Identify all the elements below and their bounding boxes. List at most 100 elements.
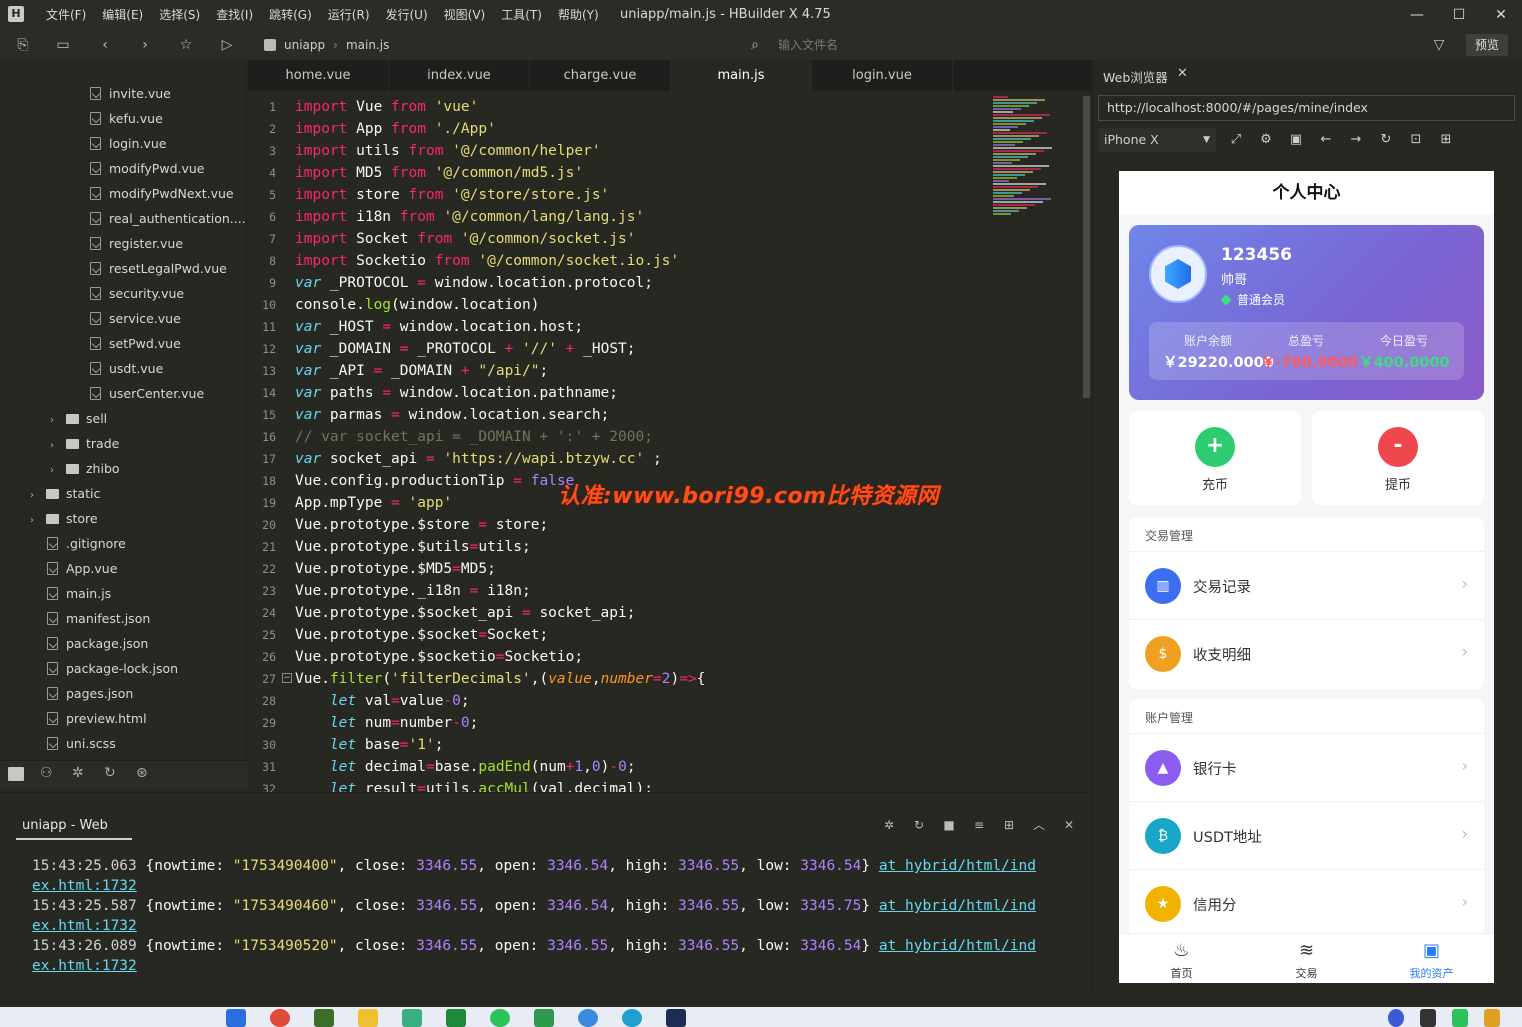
menu-item[interactable]: 选择(S)	[151, 0, 208, 30]
rotate-icon[interactable]: ⤢	[1228, 132, 1244, 148]
debug-icon[interactable]: ✲	[72, 765, 84, 781]
browser-forward-icon[interactable]: →	[1348, 132, 1364, 148]
file-search-input[interactable]: 输入文件名	[778, 36, 1078, 54]
file-tree-item[interactable]: userCenter.vue	[90, 381, 204, 406]
telegram-icon[interactable]	[578, 1009, 598, 1027]
breadcrumb-file[interactable]: main.js	[346, 38, 389, 52]
star-icon[interactable]: ☆	[177, 36, 195, 54]
collapse-icon[interactable]: ︿	[1032, 818, 1046, 832]
source-link[interactable]: at hybrid/html/ind	[879, 858, 1036, 874]
chevron-right-icon[interactable]: ›	[50, 433, 62, 458]
plugin-icon[interactable]: ⚇	[40, 765, 53, 781]
settings-icon[interactable]: ⚙	[1258, 132, 1274, 148]
device-select[interactable]: iPhone X ▼	[1098, 128, 1216, 152]
tab-index-vue[interactable]: index.vue	[389, 60, 530, 91]
menu-item[interactable]: 查找(I)	[208, 0, 261, 30]
save-icon[interactable]: ▭	[54, 36, 72, 54]
avatar[interactable]	[1149, 245, 1207, 303]
file-tree-item[interactable]: usdt.vue	[90, 356, 163, 381]
file-tree-item[interactable]: invite.vue	[90, 81, 171, 106]
menu-item[interactable]: 视图(V)	[436, 0, 494, 30]
cloud-icon[interactable]: ⊛	[136, 765, 148, 781]
new-file-icon[interactable]: ⎘	[14, 36, 32, 54]
file-tree-item[interactable]: package-lock.json	[47, 656, 178, 681]
clear-console-icon[interactable]: ≡	[972, 818, 986, 832]
url-input[interactable]: http://localhost:8000/#/pages/mine/index	[1098, 95, 1515, 121]
minimap[interactable]	[991, 96, 1081, 216]
file-tree-item[interactable]: preview.html	[47, 706, 147, 731]
menu-item-USDT地址[interactable]: ₿ USDT地址 ›	[1129, 801, 1484, 869]
run-icon[interactable]: ▷	[218, 36, 236, 54]
file-tree-item[interactable]: modifyPwdNext.vue	[90, 181, 234, 206]
chevron-right-icon[interactable]: ›	[50, 408, 62, 433]
menu-item[interactable]: 编辑(E)	[94, 0, 151, 30]
breadcrumb-project[interactable]: uniapp	[284, 38, 325, 52]
file-tree-item[interactable]: .gitignore	[47, 531, 126, 556]
chevron-right-icon[interactable]: ›	[50, 458, 62, 483]
tab-main-js[interactable]: main.js	[671, 60, 812, 91]
file-tree-item[interactable]: › static	[30, 481, 100, 506]
file-tree-item[interactable]: real_authentication....	[90, 206, 246, 231]
back-icon[interactable]: ‹	[96, 36, 114, 54]
stop-icon[interactable]: ■	[942, 818, 956, 832]
deposit-button[interactable]: + 充币	[1129, 411, 1301, 505]
export-icon[interactable]: ⊞	[1002, 818, 1016, 832]
browser-back-icon[interactable]: ←	[1318, 132, 1334, 148]
file-tree-item[interactable]: App.vue	[47, 556, 117, 581]
folder-icon[interactable]	[358, 1009, 378, 1027]
file-tree-item[interactable]: main.js	[47, 581, 111, 606]
chevron-right-icon[interactable]: ›	[30, 483, 42, 508]
maximize-button[interactable]: ☐	[1436, 0, 1482, 30]
git-icon[interactable]: ↻	[104, 765, 116, 781]
tray-send-icon[interactable]	[1420, 1009, 1436, 1027]
file-tree-item[interactable]: uni.scss	[47, 731, 116, 756]
lock-icon[interactable]: ⊡	[1408, 132, 1424, 148]
tabbar-item[interactable]: ♨ 首页	[1119, 934, 1244, 983]
hbuilder-taskbar-icon[interactable]	[534, 1009, 554, 1027]
menu-item[interactable]: 帮助(Y)	[550, 0, 607, 30]
photoshop-icon[interactable]	[666, 1009, 686, 1027]
tabbar-item[interactable]: ▣ 我的资产	[1369, 934, 1494, 983]
source-link[interactable]: at hybrid/html/ind	[879, 898, 1036, 914]
source-link[interactable]: ex.html:1732	[32, 878, 137, 894]
source-link[interactable]: ex.html:1732	[32, 958, 137, 974]
menu-item[interactable]: 工具(T)	[493, 0, 550, 30]
file-tree-item[interactable]: manifest.json	[47, 606, 150, 631]
menu-item[interactable]: 跳转(G)	[261, 0, 320, 30]
close-window-button[interactable]: ✕	[1478, 0, 1522, 30]
minimize-button[interactable]: —	[1394, 0, 1440, 30]
menu-item-收支明细[interactable]: $ 收支明细 ›	[1129, 619, 1484, 687]
chrome-icon[interactable]	[270, 1009, 290, 1027]
qrcode-icon[interactable]: ⊞	[1438, 132, 1454, 148]
tray-wechat-icon[interactable]	[1452, 1009, 1468, 1027]
source-link[interactable]: at hybrid/html/ind	[879, 938, 1036, 954]
terminal-icon[interactable]	[446, 1009, 466, 1027]
menu-item[interactable]: 运行(R)	[320, 0, 378, 30]
file-tree-item[interactable]: › sell	[50, 406, 107, 431]
menu-item-信用分[interactable]: ★ 信用分 ›	[1129, 869, 1484, 937]
menu-item-银行卡[interactable]: ▲ 银行卡 ›	[1129, 733, 1484, 801]
devtools-icon[interactable]: ▣	[1288, 132, 1304, 148]
restart-icon[interactable]: ↻	[912, 818, 926, 832]
editor-scrollbar[interactable]	[1083, 96, 1090, 398]
tab-charge-vue[interactable]: charge.vue	[530, 60, 671, 91]
start-icon[interactable]	[226, 1009, 246, 1027]
file-tree-item[interactable]: login.vue	[90, 131, 166, 156]
reload-icon[interactable]: ↻	[1378, 132, 1394, 148]
file-tree-item[interactable]: pages.json	[47, 681, 133, 706]
wechat-icon[interactable]	[490, 1009, 510, 1027]
dreamweaver-icon[interactable]	[314, 1009, 334, 1027]
files-panel-icon[interactable]	[8, 767, 24, 781]
file-tree-item[interactable]: modifyPwd.vue	[90, 156, 205, 181]
menu-item[interactable]: 文件(F)	[38, 0, 94, 30]
file-tree-item[interactable]: › zhibo	[50, 456, 120, 481]
notes-icon[interactable]	[402, 1009, 422, 1027]
file-tree-item[interactable]: register.vue	[90, 231, 183, 256]
edge-icon[interactable]	[622, 1009, 642, 1027]
file-tree-item[interactable]: service.vue	[90, 306, 181, 331]
tray-icon[interactable]	[1388, 1009, 1404, 1027]
chevron-right-icon[interactable]: ›	[30, 508, 42, 533]
menu-item[interactable]: 发行(U)	[378, 0, 436, 30]
browser-tab[interactable]: Web浏览器	[1103, 67, 1168, 86]
file-tree-item[interactable]: resetLegalPwd.vue	[90, 256, 227, 281]
